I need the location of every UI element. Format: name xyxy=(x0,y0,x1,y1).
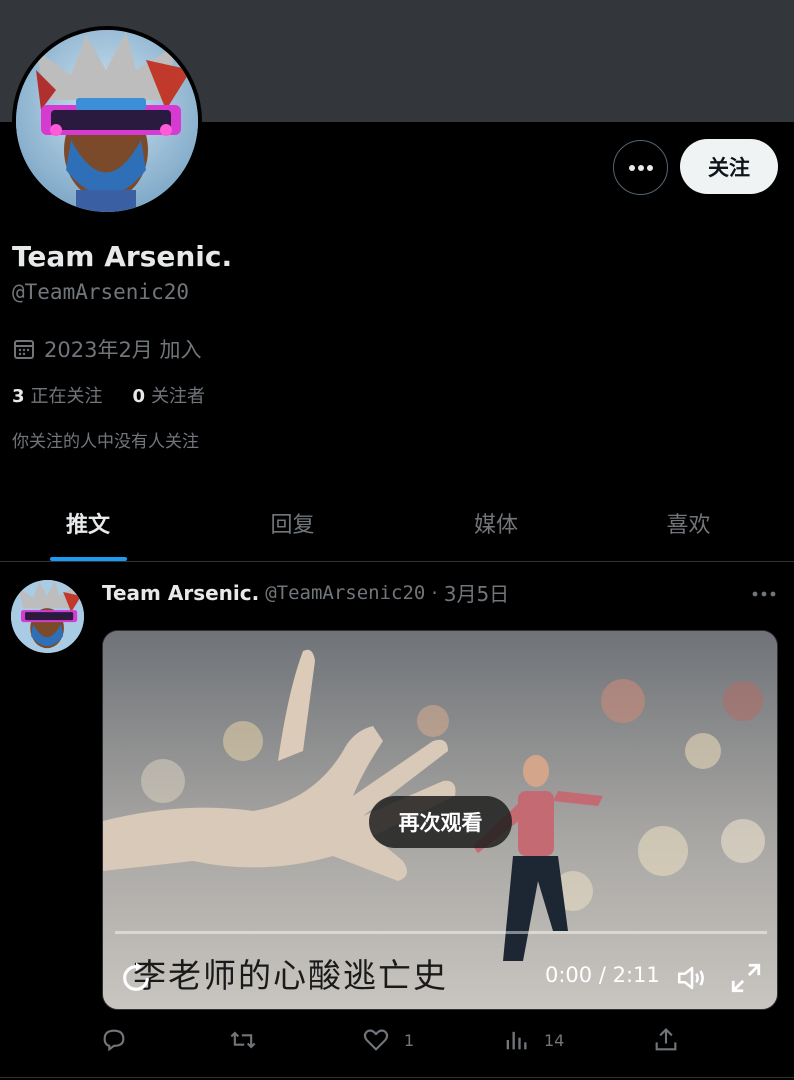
following-count: 3 xyxy=(12,386,25,407)
more-options-button[interactable] xyxy=(613,140,668,195)
post-author-handle[interactable]: @TeamArsenic20 xyxy=(265,582,425,604)
post-date[interactable]: 3月5日 xyxy=(444,578,509,607)
video-caption: 李老师的心酸逃亡史 xyxy=(133,956,448,995)
joined-date: 2023年2月 加入 xyxy=(12,334,201,364)
follow-button[interactable]: 关注 xyxy=(680,139,778,194)
profile-stats: 3 正在关注 0 关注者 xyxy=(12,382,205,408)
followers-you-know: 你关注的人中没有人关注 xyxy=(12,432,199,452)
post-more-button[interactable] xyxy=(748,582,780,606)
video-progress-bar[interactable] xyxy=(115,931,767,934)
repost-icon xyxy=(230,1031,256,1049)
profile-avatar[interactable] xyxy=(12,26,202,216)
post-actions: 1 14 xyxy=(100,1026,790,1064)
profile-tabs: 推文 回复 媒体 喜欢 xyxy=(0,484,794,562)
views-button[interactable]: 14 xyxy=(502,1026,564,1054)
analytics-icon xyxy=(506,1031,527,1050)
divider xyxy=(0,1077,794,1078)
post-separator: · xyxy=(431,580,438,605)
like-count: 1 xyxy=(404,1030,415,1050)
followers-label: 关注者 xyxy=(151,386,206,407)
following-label: 正在关注 xyxy=(30,386,103,407)
profile-handle: @TeamArsenic20 xyxy=(12,280,190,304)
fullscreen-icon[interactable] xyxy=(729,961,763,995)
watch-again-button[interactable]: 再次观看 xyxy=(369,796,512,848)
tab-label: 喜欢 xyxy=(666,512,711,538)
profile-name: Team Arsenic. xyxy=(12,240,233,273)
followers-count: 0 xyxy=(132,386,146,407)
following-stat[interactable]: 3 正在关注 xyxy=(12,382,103,408)
tab-label: 回复 xyxy=(270,512,315,538)
followers-stat[interactable]: 0 关注者 xyxy=(133,382,206,408)
repost-button[interactable] xyxy=(228,1026,258,1054)
tab-likes[interactable]: 喜欢 xyxy=(583,484,794,561)
replay-icon[interactable] xyxy=(119,961,153,995)
more-horizontal-icon xyxy=(628,164,653,171)
post-header: Team Arsenic. @TeamArsenic20 · 3月5日 xyxy=(102,578,509,607)
share-button[interactable] xyxy=(652,1026,680,1054)
tab-label: 媒体 xyxy=(473,512,518,538)
joined-text: 2023年2月 加入 xyxy=(44,338,202,362)
tab-posts[interactable]: 推文 xyxy=(0,484,176,561)
more-horizontal-icon xyxy=(752,591,776,597)
video-player[interactable]: 再次观看 李老师的心酸逃亡史 0:00 / 2:11 xyxy=(102,630,778,1010)
video-timecode: 0:00 / 2:11 xyxy=(545,963,660,987)
like-button[interactable]: 1 xyxy=(362,1026,414,1054)
share-icon xyxy=(655,1028,677,1051)
active-tab-indicator xyxy=(50,557,127,561)
tab-media[interactable]: 媒体 xyxy=(409,484,583,561)
reply-icon xyxy=(103,1029,125,1052)
tab-label: 推文 xyxy=(65,512,110,538)
view-count: 14 xyxy=(544,1030,565,1050)
post-author-name[interactable]: Team Arsenic. xyxy=(102,581,259,605)
volume-icon[interactable] xyxy=(675,961,709,995)
calendar-icon xyxy=(14,340,34,359)
tab-replies[interactable]: 回复 xyxy=(176,484,409,561)
heart-icon xyxy=(363,1029,389,1051)
post-avatar[interactable] xyxy=(11,580,84,653)
reply-button[interactable] xyxy=(100,1026,128,1054)
